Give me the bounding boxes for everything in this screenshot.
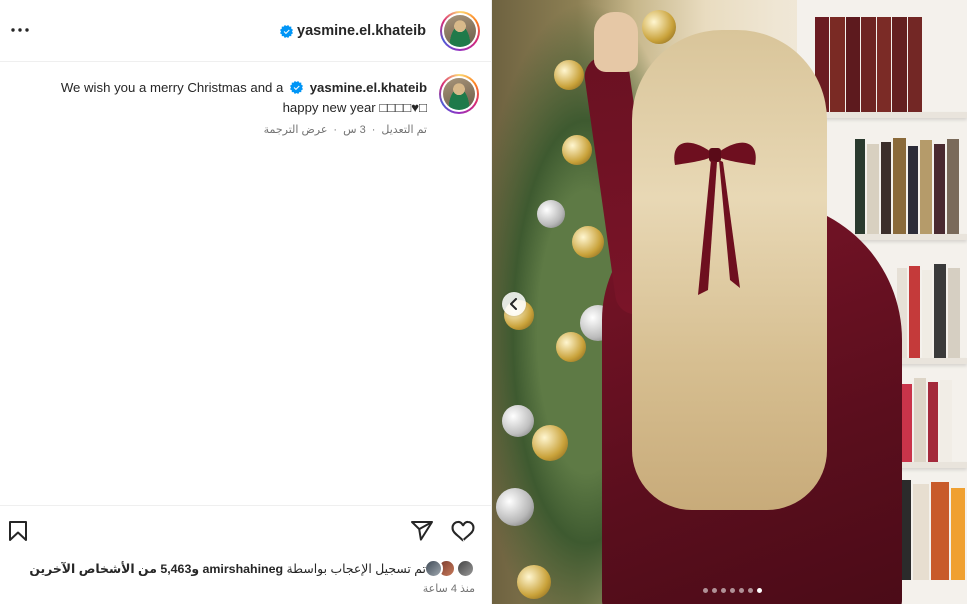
caption-meta: تم التعديل·3 س·عرض الترجمة: [263, 124, 427, 136]
post-actions-bar: [0, 505, 492, 555]
more-options-button[interactable]: [9, 20, 31, 40]
liker-avatar[interactable]: [424, 559, 443, 578]
woman-hand: [594, 12, 638, 72]
more-horizontal-icon: [11, 28, 29, 32]
header-avatar[interactable]: [440, 11, 480, 51]
caption-username-link[interactable]: yasmine.el.khateib: [310, 80, 427, 95]
post-header: yasmine.el.khateib: [0, 0, 492, 62]
verified-badge-icon: [280, 24, 294, 38]
carousel-dot: [712, 588, 717, 593]
save-button[interactable]: [8, 520, 28, 547]
carousel-dot: [757, 588, 762, 593]
post-photo[interactable]: [492, 0, 967, 604]
header-user-info: yasmine.el.khateib: [280, 20, 426, 42]
carousel-dot: [748, 588, 753, 593]
avatar-image: [444, 15, 476, 47]
carousel-prev-button[interactable]: [502, 292, 526, 316]
heart-icon: [451, 520, 475, 542]
avatar-image: [443, 78, 475, 110]
likes-prefix: تم تسجيل الإعجاب بواسطة: [286, 562, 426, 576]
carousel-dot: [703, 588, 708, 593]
carousel-dot: [721, 588, 726, 593]
liker-username-link[interactable]: amirshahineg: [203, 562, 284, 576]
share-icon: [411, 521, 433, 541]
caption-time[interactable]: 3 س: [343, 124, 366, 136]
edited-label: تم التعديل: [381, 124, 427, 136]
likes-summary: تم تسجيل الإعجاب بواسطة amirshahineg و5,…: [29, 559, 475, 578]
caption-text: We wish you a merry Christmas and a yasm…: [47, 78, 427, 118]
bookmark-icon: [9, 521, 27, 541]
caption-section: We wish you a merry Christmas and a yasm…: [9, 72, 479, 152]
carousel-dot: [739, 588, 744, 593]
like-button[interactable]: [450, 520, 476, 548]
verified-badge-icon: [290, 81, 304, 94]
liker-avatars: [424, 559, 475, 578]
carousel-indicator: [703, 588, 766, 593]
liker-avatar[interactable]: [456, 559, 475, 578]
header-username-link[interactable]: yasmine.el.khateib: [297, 23, 426, 39]
caption-avatar[interactable]: [439, 74, 479, 114]
share-button[interactable]: [410, 520, 434, 547]
caption-text-before: We wish you a merry Christmas and a: [60, 80, 284, 95]
carousel-dot: [730, 588, 735, 593]
caption-text-after: happy new year □□□□♥□: [282, 100, 427, 115]
likes-others-link[interactable]: و5,463 من الأشخاص الآخرين: [29, 562, 199, 576]
see-translation-link[interactable]: عرض الترجمة: [264, 124, 328, 136]
post-details-panel: yasmine.el.khateib We wish you a merry C…: [0, 0, 492, 604]
hair-bow: [674, 142, 756, 295]
post-time-ago[interactable]: منذ 4 ساعة: [423, 582, 475, 595]
likes-text[interactable]: تم تسجيل الإعجاب بواسطة amirshahineg و5,…: [29, 561, 426, 576]
chevron-left-icon: [510, 298, 517, 310]
